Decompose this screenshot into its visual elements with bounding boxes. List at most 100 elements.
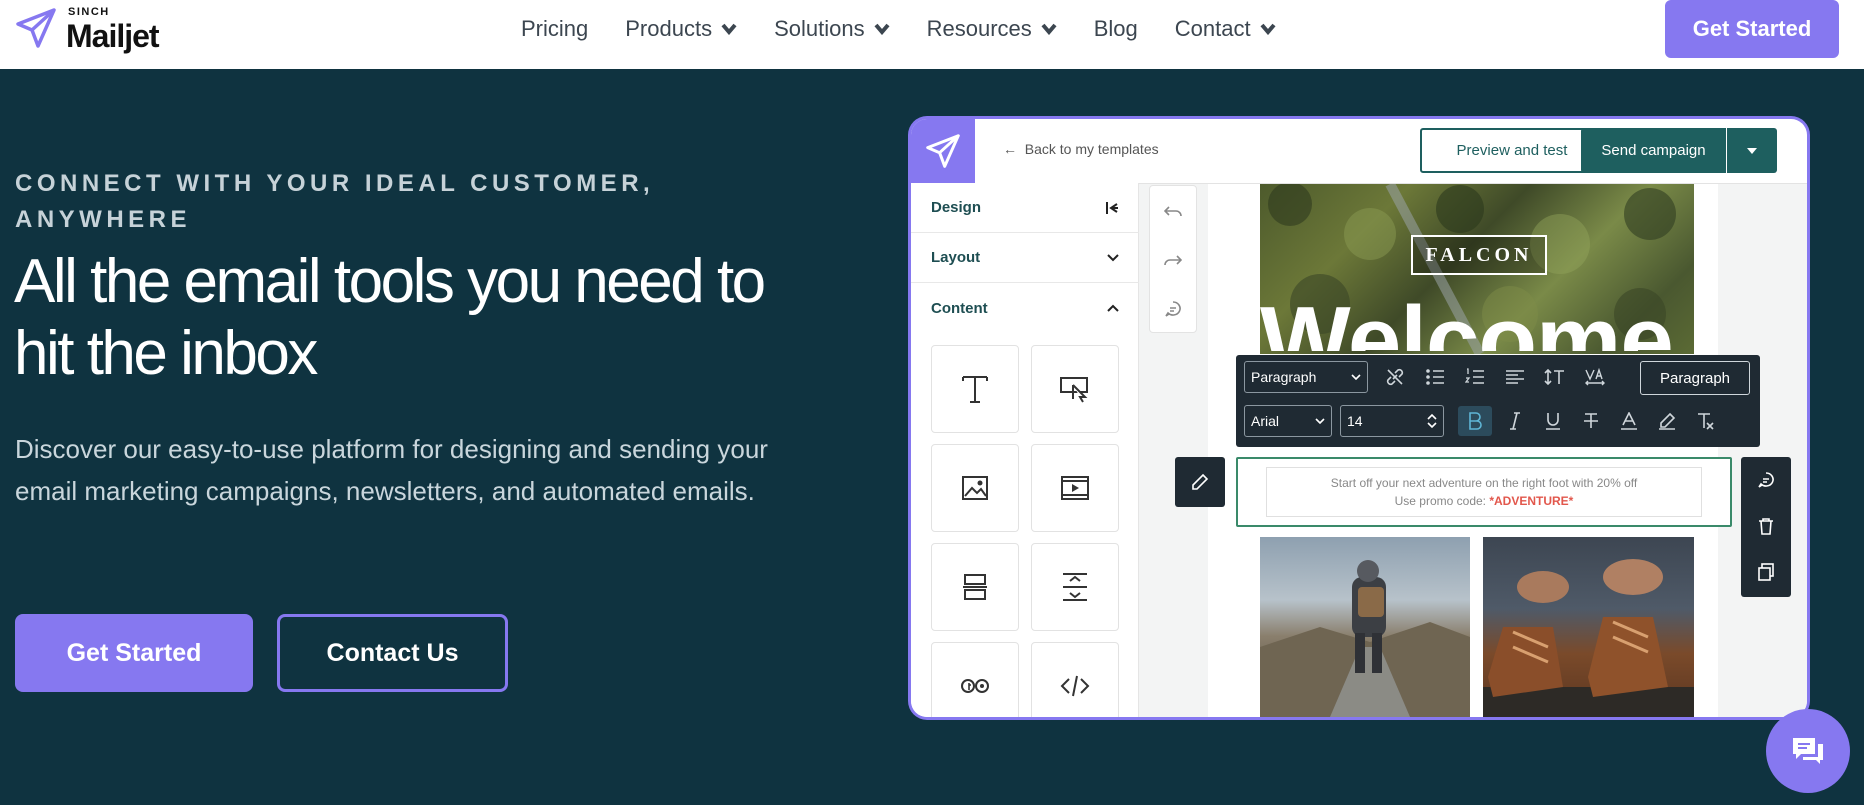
- comments-button[interactable]: [1150, 284, 1196, 333]
- sidebar-section-design[interactable]: Design: [911, 183, 1139, 233]
- collapse-panel-icon: [1106, 201, 1118, 214]
- clear-format-icon: [1698, 413, 1714, 430]
- nav-item-blog[interactable]: Blog: [1094, 16, 1138, 42]
- logo-name: Mailjet: [66, 18, 160, 54]
- comment-block-button[interactable]: [1741, 457, 1791, 503]
- video-block-tile[interactable]: [1031, 444, 1119, 532]
- nav-menu: Pricing Products Solutions Resources Blo…: [521, 0, 1313, 58]
- send-campaign-button[interactable]: Send campaign: [1581, 128, 1726, 173]
- hero-eyebrow: CONNECT WITH YOUR IDEAL CUSTOMER, ANYWHE…: [15, 170, 655, 233]
- arrow-left-icon: ←: [1003, 141, 1025, 157]
- promo-text-inner: Start off your next adventure on the rig…: [1266, 467, 1702, 517]
- hiking-boots-photo: [1483, 537, 1694, 717]
- spacer-icon: [1063, 573, 1087, 601]
- chevron-down-icon: [1107, 253, 1119, 261]
- chat-support-button[interactable]: [1766, 709, 1850, 793]
- image-block-tile[interactable]: [931, 444, 1019, 532]
- logo-sinch-label: SINCH: [68, 6, 110, 18]
- nav-item-label: Pricing: [521, 16, 589, 41]
- social-icon: [961, 679, 989, 693]
- hiker-photo: [1260, 537, 1470, 717]
- trash-icon: [1759, 518, 1773, 535]
- hero-headline: All the email tools you need to hit the …: [14, 247, 766, 388]
- strikethrough-button[interactable]: [1576, 406, 1606, 436]
- email-welcome-heading[interactable]: Welcome: [1260, 291, 1694, 351]
- promo-text-block[interactable]: Start off your next adventure on the rig…: [1236, 457, 1732, 527]
- nav-item-contact[interactable]: Contact: [1175, 16, 1276, 42]
- nav-item-products[interactable]: Products: [625, 16, 737, 42]
- text-icon: [962, 376, 988, 403]
- nav-item-label: Blog: [1093, 16, 1138, 41]
- underline-icon: [1546, 413, 1560, 430]
- underline-button[interactable]: [1538, 406, 1568, 436]
- falcon-brand-sign: FALCON: [1411, 235, 1547, 275]
- highlight-button[interactable]: [1652, 406, 1682, 436]
- chevron-down-icon: [874, 23, 890, 35]
- chevron-down-icon: [1351, 374, 1361, 380]
- redo-button[interactable]: [1150, 235, 1196, 284]
- unlink-button[interactable]: [1380, 362, 1410, 392]
- spacer-block-tile[interactable]: [1031, 543, 1119, 631]
- font-family-select[interactable]: Arial: [1244, 405, 1332, 437]
- nav-item-resources[interactable]: Resources: [927, 16, 1057, 42]
- nav-item-label: Solutions: [774, 16, 865, 41]
- image-icon: [962, 476, 988, 500]
- letter-spacing-icon: [1585, 368, 1605, 386]
- contact-us-button[interactable]: Contact Us: [277, 614, 508, 692]
- paragraph-style-button[interactable]: Paragraph: [1640, 361, 1750, 395]
- chevron-down-icon: [1315, 418, 1325, 424]
- block-type-select[interactable]: Paragraph: [1244, 361, 1368, 393]
- block-type-value: Paragraph: [1251, 369, 1317, 385]
- delete-block-button[interactable]: [1741, 503, 1791, 549]
- preview-and-test-button[interactable]: Preview and test: [1420, 128, 1604, 173]
- undo-button[interactable]: [1150, 186, 1196, 235]
- edit-block-button[interactable]: [1175, 457, 1225, 507]
- nav-item-pricing[interactable]: Pricing: [521, 16, 588, 42]
- mailjet-logo[interactable]: SINCH Mailjet: [16, 6, 166, 56]
- text-block-tile[interactable]: [931, 345, 1019, 433]
- font-size-value: 14: [1347, 413, 1363, 429]
- letter-spacing-button[interactable]: [1580, 362, 1610, 392]
- back-to-templates-link[interactable]: ← Back to my templates: [1003, 141, 1159, 157]
- font-size-stepper[interactable]: 14: [1340, 405, 1444, 437]
- text-color-button[interactable]: [1614, 406, 1644, 436]
- button-block-tile[interactable]: [1031, 345, 1119, 433]
- social-block-tile[interactable]: [931, 642, 1019, 717]
- highlighter-icon: [1659, 412, 1676, 430]
- top-nav: SINCH Mailjet Pricing Products Solutions…: [0, 0, 1864, 69]
- html-block-tile[interactable]: [1031, 642, 1119, 717]
- line-height-button[interactable]: [1540, 362, 1570, 392]
- italic-button[interactable]: [1500, 406, 1530, 436]
- align-left-icon: [1506, 370, 1524, 384]
- send-options-dropdown[interactable]: [1727, 128, 1777, 173]
- block-actions: [1741, 457, 1791, 597]
- undo-icon: [1164, 205, 1182, 216]
- bold-button[interactable]: [1458, 406, 1492, 436]
- email-editor-mockup: ← Back to my templates Preview and test …: [911, 119, 1807, 717]
- chevron-down-icon: [1260, 23, 1276, 35]
- button-icon: [1060, 377, 1088, 403]
- duplicate-block-button[interactable]: [1741, 549, 1791, 595]
- comment-icon: [1165, 300, 1181, 317]
- numbered-list-icon: [1465, 368, 1484, 384]
- duplicate-icon: [1758, 563, 1774, 581]
- nav-get-started-button[interactable]: Get Started: [1665, 0, 1839, 58]
- boots-illustration: [1483, 559, 1694, 717]
- numbered-list-button[interactable]: [1460, 362, 1490, 392]
- align-button[interactable]: [1500, 362, 1530, 392]
- chevron-down-icon: [1041, 23, 1057, 35]
- sidebar-section-layout[interactable]: Layout: [911, 233, 1139, 283]
- sidebar-section-content[interactable]: Content: [911, 283, 1139, 333]
- paper-plane-icon: [16, 8, 56, 48]
- history-tools: [1149, 185, 1197, 333]
- hero-description: Discover our easy-to-use platform for de…: [15, 434, 768, 506]
- nav-item-label: Contact: [1174, 16, 1251, 41]
- code-icon: [1060, 675, 1090, 697]
- stepper-icon: [1427, 413, 1437, 429]
- divider-block-tile[interactable]: [931, 543, 1019, 631]
- get-started-button[interactable]: Get Started: [15, 614, 253, 692]
- bullet-list-button[interactable]: [1420, 362, 1450, 392]
- sidebar-section-label: Content: [931, 299, 988, 317]
- nav-item-solutions[interactable]: Solutions: [774, 16, 890, 42]
- clear-formatting-button[interactable]: [1690, 406, 1720, 436]
